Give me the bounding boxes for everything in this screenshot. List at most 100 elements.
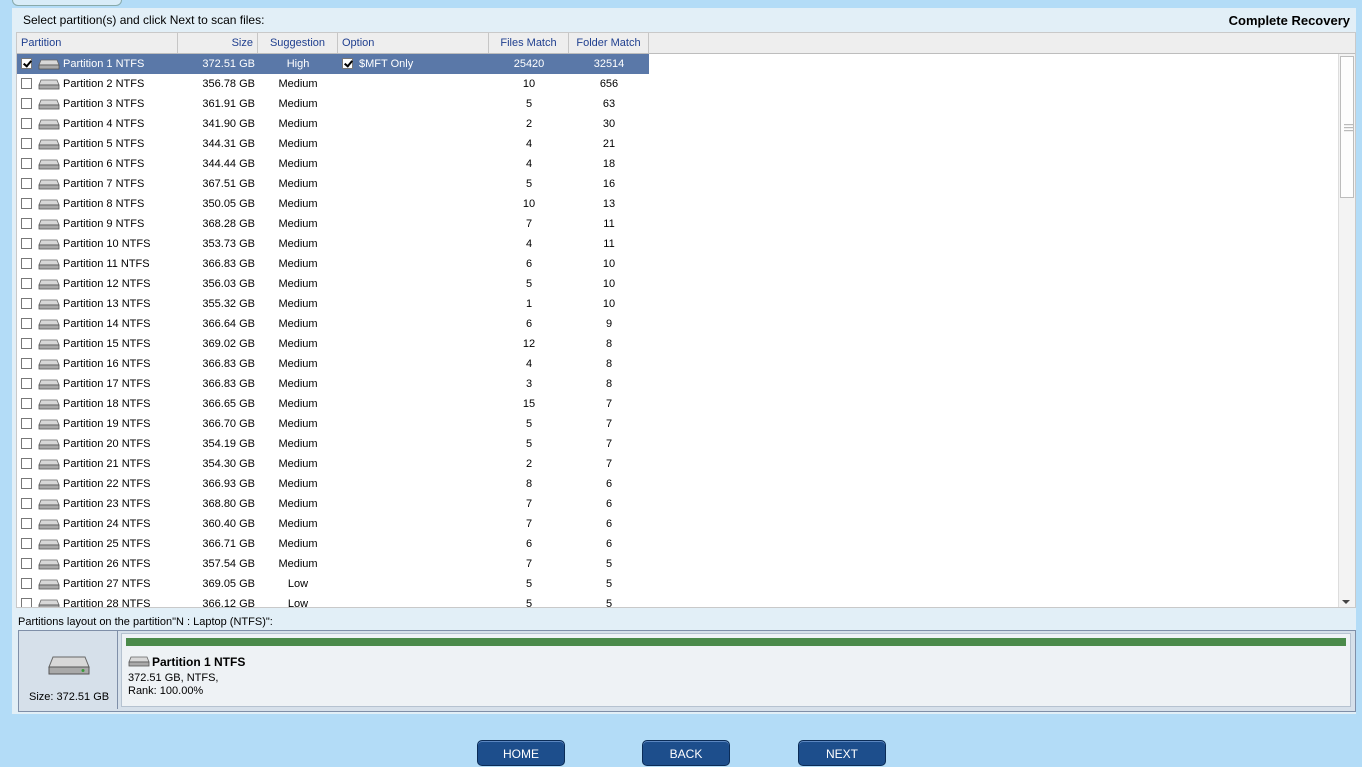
column-header-option[interactable]: Option [338, 33, 489, 53]
table-row[interactable]: Partition 28 NTFS 366.12 GB Low 5 5 [17, 594, 649, 607]
partition-block[interactable]: Partition 1 NTFS 372.51 GB, NTFS, Rank: … [121, 633, 1351, 707]
table-row[interactable]: Partition 4 NTFS 341.90 GB Medium 2 30 [17, 114, 649, 134]
column-header-suggestion[interactable]: Suggestion [258, 33, 338, 53]
table-row[interactable]: Partition 21 NTFS 354.30 GB Medium 2 7 [17, 454, 649, 474]
partition-bar [126, 638, 1346, 646]
row-checkbox[interactable] [21, 78, 32, 89]
table-row[interactable]: Partition 17 NTFS 366.83 GB Medium 3 8 [17, 374, 649, 394]
files-match-cell: 5 [525, 278, 533, 290]
table-row[interactable]: Partition 25 NTFS 366.71 GB Medium 6 6 [17, 534, 649, 554]
files-match-cell: 7 [525, 518, 533, 530]
row-checkbox[interactable] [21, 138, 32, 149]
recovery-panel: Select partition(s) and click Next to sc… [12, 8, 1356, 714]
table-row[interactable]: Partition 15 NTFS 369.02 GB Medium 12 8 [17, 334, 649, 354]
table-row[interactable]: Partition 1 NTFS 372.51 GB High $MFT Only 25… [17, 54, 649, 74]
table-row[interactable]: Partition 20 NTFS 354.19 GB Medium 5 7 [17, 434, 649, 454]
size-cell: 369.05 GB [202, 578, 255, 590]
partition-name-cell: Partition 7 NTFS [63, 178, 145, 190]
table-row[interactable]: Partition 18 NTFS 366.65 GB Medium 15 7 [17, 394, 649, 414]
row-checkbox[interactable] [21, 198, 32, 209]
row-checkbox[interactable] [21, 518, 32, 529]
row-checkbox[interactable] [21, 398, 32, 409]
row-checkbox[interactable] [21, 118, 32, 129]
row-checkbox[interactable] [21, 538, 32, 549]
folder-match-cell: 13 [602, 198, 616, 210]
row-checkbox[interactable] [21, 598, 32, 607]
row-checkbox[interactable] [21, 578, 32, 589]
row-checkbox[interactable] [21, 358, 32, 369]
row-checkbox[interactable] [21, 178, 32, 189]
row-checkbox[interactable] [21, 378, 32, 389]
row-checkbox[interactable] [21, 338, 32, 349]
table-row[interactable]: Partition 19 NTFS 366.70 GB Medium 5 7 [17, 414, 649, 434]
partition-name-cell: Partition 2 NTFS [63, 78, 145, 90]
folder-match-cell: 5 [605, 578, 613, 590]
scroll-down-icon[interactable] [1342, 600, 1350, 604]
top-tab[interactable] [12, 0, 122, 6]
table-row[interactable]: Partition 2 NTFS 356.78 GB Medium 10 656 [17, 74, 649, 94]
table-row[interactable]: Partition 16 NTFS 366.83 GB Medium 4 8 [17, 354, 649, 374]
row-checkbox[interactable] [21, 218, 32, 229]
partition-name-cell: Partition 13 NTFS [63, 298, 151, 310]
column-header-folder-match[interactable]: Folder Match [569, 33, 649, 53]
disk-icon [38, 319, 60, 330]
disk-icon [38, 179, 60, 190]
row-checkbox[interactable] [21, 58, 32, 69]
disk-pane[interactable]: Size: 372.51 GB [19, 631, 118, 709]
table-row[interactable]: Partition 26 NTFS 357.54 GB Medium 7 5 [17, 554, 649, 574]
row-checkbox[interactable] [21, 238, 32, 249]
next-button[interactable]: NEXT [798, 740, 886, 766]
table-row[interactable]: Partition 14 NTFS 366.64 GB Medium 6 9 [17, 314, 649, 334]
column-header-partition[interactable]: Partition [17, 33, 178, 53]
scrollbar-thumb[interactable]: — — — [1340, 56, 1354, 198]
home-button[interactable]: HOME [477, 740, 565, 766]
row-checkbox[interactable] [21, 498, 32, 509]
table-body: Partition 1 NTFS 372.51 GB High $MFT Only 25… [17, 54, 1339, 607]
row-checkbox[interactable] [21, 278, 32, 289]
row-checkbox[interactable] [21, 318, 32, 329]
table-row[interactable]: Partition 27 NTFS 369.05 GB Low 5 5 [17, 574, 649, 594]
table-row[interactable]: Partition 24 NTFS 360.40 GB Medium 7 6 [17, 514, 649, 534]
table-row[interactable]: Partition 7 NTFS 367.51 GB Medium 5 16 [17, 174, 649, 194]
disk-icon [38, 399, 60, 410]
table-row[interactable]: Partition 9 NTFS 368.28 GB Medium 7 11 [17, 214, 649, 234]
suggestion-cell: Medium [278, 418, 318, 430]
table-row[interactable]: Partition 3 NTFS 361.91 GB Medium 5 63 [17, 94, 649, 114]
vertical-scrollbar[interactable]: — — — [1338, 54, 1355, 607]
row-checkbox[interactable] [21, 458, 32, 469]
table-row[interactable]: Partition 8 NTFS 350.05 GB Medium 10 13 [17, 194, 649, 214]
row-checkbox[interactable] [21, 438, 32, 449]
table-row[interactable]: Partition 6 NTFS 344.44 GB Medium 4 18 [17, 154, 649, 174]
suggestion-cell: Medium [278, 378, 318, 390]
option-checkbox[interactable] [342, 58, 353, 69]
row-checkbox[interactable] [21, 478, 32, 489]
row-checkbox[interactable] [21, 98, 32, 109]
partition-layout-box: Size: 372.51 GB Partition 1 NTFS 372.51 … [18, 630, 1356, 712]
row-checkbox[interactable] [21, 258, 32, 269]
partition-name-cell: Partition 23 NTFS [63, 498, 151, 510]
folder-match-cell: 30 [602, 118, 616, 130]
row-checkbox[interactable] [21, 558, 32, 569]
disk-icon [38, 259, 60, 270]
table-row[interactable]: Partition 23 NTFS 368.80 GB Medium 7 6 [17, 494, 649, 514]
row-checkbox[interactable] [21, 298, 32, 309]
folder-match-cell: 63 [602, 98, 616, 110]
partition-name-cell: Partition 17 NTFS [63, 378, 151, 390]
size-cell: 366.83 GB [202, 258, 255, 270]
partition-name-cell: Partition 11 NTFS [63, 258, 150, 270]
row-checkbox[interactable] [21, 158, 32, 169]
table-row[interactable]: Partition 5 NTFS 344.31 GB Medium 4 21 [17, 134, 649, 154]
table-row[interactable]: Partition 12 NTFS 356.03 GB Medium 5 10 [17, 274, 649, 294]
table-row[interactable]: Partition 22 NTFS 366.93 GB Medium 8 6 [17, 474, 649, 494]
table-row[interactable]: Partition 13 NTFS 355.32 GB Medium 1 10 [17, 294, 649, 314]
column-header-files-match[interactable]: Files Match [489, 33, 569, 53]
size-cell: 344.44 GB [202, 158, 255, 170]
table-row[interactable]: Partition 10 NTFS 353.73 GB Medium 4 11 [17, 234, 649, 254]
partition-name-cell: Partition 5 NTFS [63, 138, 145, 150]
row-checkbox[interactable] [21, 418, 32, 429]
back-button[interactable]: BACK [642, 740, 730, 766]
table-row[interactable]: Partition 11 NTFS 366.83 GB Medium 6 10 [17, 254, 649, 274]
column-header-size[interactable]: Size [178, 33, 258, 53]
files-match-cell: 5 [525, 578, 533, 590]
size-cell: 350.05 GB [202, 198, 255, 210]
